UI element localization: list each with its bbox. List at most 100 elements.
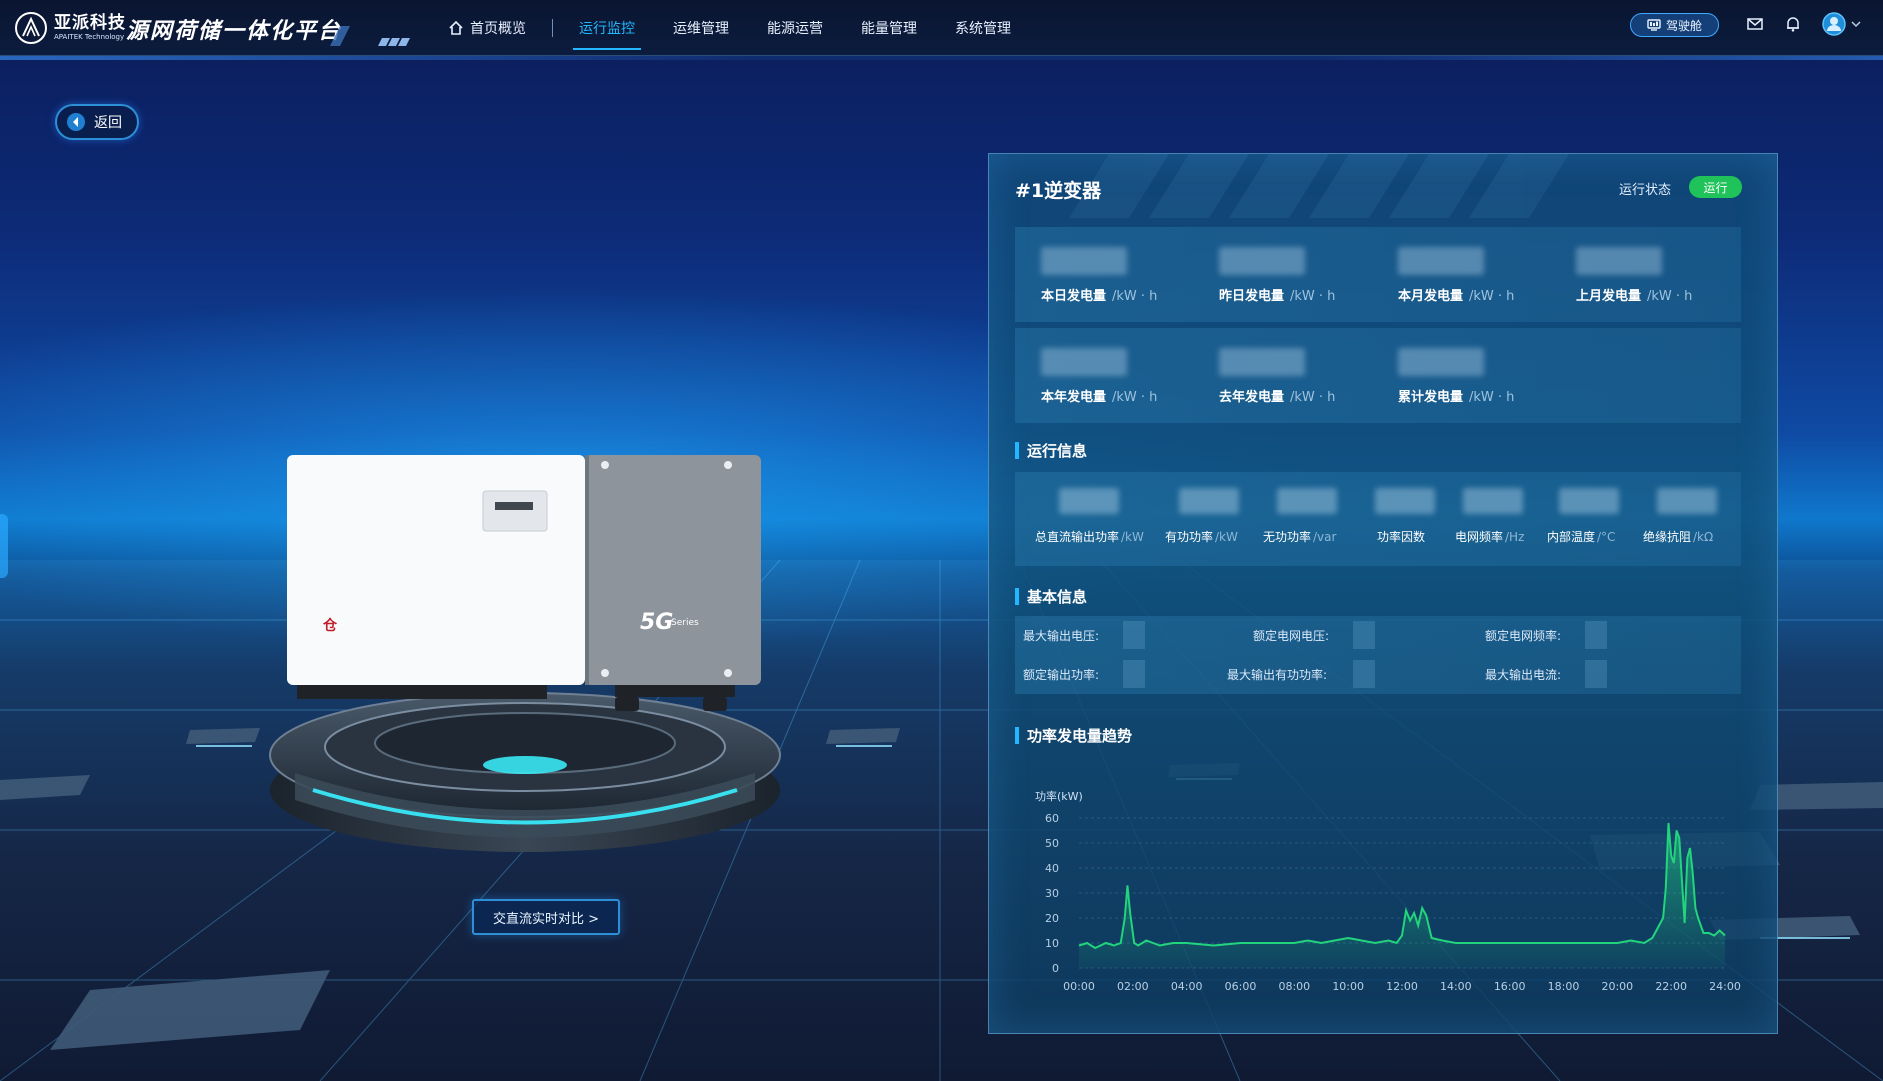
- basic-info-label: 额定电网电压:: [1253, 629, 1330, 643]
- nav-energy-management[interactable]: 能量管理: [861, 0, 917, 56]
- basic-info-table: 最大输出电压: 额定电网电压: 额定电网频率: 额定输出功率: 最大输出有功功率…: [1015, 616, 1741, 694]
- title-decoration: [330, 26, 410, 46]
- basic-info-value: [1353, 621, 1375, 649]
- top-header: 亚派科技 APAITEK Technology 源网荷储一体化平台 首页概览 运…: [0, 0, 1883, 60]
- y-axis-label: 功率(kW): [1035, 789, 1083, 803]
- cockpit-label: 驾驶舱: [1665, 18, 1702, 33]
- nav-home[interactable]: 首页概览: [448, 0, 526, 56]
- main-nav: 首页概览 运行监控 运维管理 能源运营 能量管理 系统管理: [448, 0, 1049, 56]
- x-tick-label: 10:00: [1332, 980, 1364, 993]
- y-tick-label: 30: [1045, 887, 1059, 900]
- panel-title: #1逆变器: [1015, 180, 1102, 202]
- inverter-detail-panel: #1逆变器 运行状态 运行 本日发电量/kW · h 昨日发电量/kW · h …: [988, 153, 1778, 1034]
- x-tick-label: 04:00: [1171, 980, 1203, 993]
- x-tick-label: 02:00: [1117, 980, 1149, 993]
- run-info-active-power: 有功功率/kW: [1165, 472, 1261, 566]
- energy-stats-row-1: 本日发电量/kW · h 昨日发电量/kW · h 本月发电量/kW · h 上…: [1015, 227, 1741, 322]
- basic-info-value: [1353, 660, 1375, 688]
- y-tick-label: 40: [1045, 862, 1059, 875]
- section-title-basic-info: 基本信息: [1015, 586, 1087, 607]
- user-avatar-icon[interactable]: [1822, 12, 1846, 36]
- x-tick-label: 20:00: [1601, 980, 1633, 993]
- home-icon: [449, 20, 463, 35]
- energy-value-blurred: [1398, 247, 1484, 275]
- y-tick-label: 10: [1045, 937, 1059, 950]
- energy-stat-today: 本日发电量/kW · h: [1015, 227, 1195, 322]
- basic-info-label: 最大输出有功功率:: [1227, 668, 1328, 682]
- energy-value-blurred: [1041, 348, 1127, 376]
- nav-energy-operation[interactable]: 能源运营: [767, 0, 823, 56]
- section-title-run-info: 运行信息: [1015, 440, 1087, 461]
- run-info-row: 总直流输出功率/kW 有功功率/kW 无功功率/var 功率因数 电网频率/Hz…: [1015, 472, 1741, 566]
- mail-icon[interactable]: [1746, 15, 1764, 33]
- cockpit-button[interactable]: 驾驶舱: [1630, 13, 1719, 37]
- energy-stat-last-month: 上月发电量/kW · h: [1550, 227, 1730, 322]
- nav-home-label: 首页概览: [470, 21, 526, 37]
- chevron-down-icon[interactable]: [1851, 20, 1861, 28]
- nav-run-monitor[interactable]: 运行监控: [573, 0, 641, 56]
- brand-logo[interactable]: 亚派科技 APAITEK Technology: [14, 10, 126, 46]
- energy-stat-year: 本年发电量/kW · h: [1015, 328, 1195, 423]
- run-info-grid-frequency: 电网频率/Hz: [1453, 472, 1543, 566]
- x-tick-label: 24:00: [1709, 980, 1741, 993]
- basic-info-label: 最大输出电流:: [1485, 668, 1562, 682]
- back-button[interactable]: 返回: [55, 104, 139, 140]
- energy-value-blurred: [1219, 348, 1305, 376]
- run-info-insulation-resistance: 绝缘抗阻/kΩ: [1641, 472, 1741, 566]
- energy-value-blurred: [1398, 348, 1484, 376]
- basic-info-value: [1585, 621, 1607, 649]
- monitor-icon: [1647, 19, 1661, 31]
- energy-stat-last-year: 去年发电量/kW · h: [1193, 328, 1373, 423]
- energy-stat-yesterday: 昨日发电量/kW · h: [1193, 227, 1373, 322]
- run-info-internal-temp: 内部温度/°C: [1547, 472, 1637, 566]
- inverter-illustration: 仓 5G Series: [269, 455, 781, 852]
- x-tick-label: 00:00: [1063, 980, 1095, 993]
- device-series-sub: Series: [671, 618, 699, 628]
- x-tick-label: 08:00: [1278, 980, 1310, 993]
- brand-name-en: APAITEK Technology: [54, 33, 125, 41]
- x-tick-label: 12:00: [1386, 980, 1418, 993]
- basic-info-value: [1585, 660, 1607, 688]
- run-info-power-factor: 功率因数: [1365, 472, 1445, 566]
- energy-value-blurred: [1576, 247, 1662, 275]
- y-tick-label: 0: [1052, 962, 1059, 975]
- device-series-badge: 5G: [640, 610, 673, 635]
- platform-title: 源网荷储一体化平台: [126, 19, 343, 44]
- energy-stat-total: 累计发电量/kW · h: [1372, 328, 1552, 423]
- run-info-dc-power: 总直流输出功率/kW: [1015, 472, 1155, 566]
- section-title-power-trend: 功率发电量趋势: [1015, 725, 1132, 746]
- series-area: [1079, 823, 1725, 968]
- energy-value-blurred: [1041, 247, 1127, 275]
- side-drawer-handle[interactable]: [0, 514, 8, 578]
- basic-info-value: [1123, 621, 1145, 649]
- run-info-reactive-power: 无功功率/var: [1263, 472, 1359, 566]
- x-tick-label: 16:00: [1494, 980, 1526, 993]
- power-trend-chart: 功率(kW) 0 10 20 30 40 50 60 00:00 02:00 04:00 06:00 0…: [1035, 789, 1741, 993]
- brand-name: 亚派科技: [54, 13, 126, 33]
- energy-value-blurred: [1219, 247, 1305, 275]
- energy-stats-row-2: 本年发电量/kW · h 去年发电量/kW · h 累计发电量/kW · h: [1015, 328, 1741, 423]
- nav-system-management[interactable]: 系统管理: [955, 0, 1011, 56]
- x-tick-label: 22:00: [1655, 980, 1687, 993]
- basic-info-value: [1123, 660, 1145, 688]
- ac-dc-compare-button[interactable]: 交直流实时对比 >: [472, 899, 620, 935]
- brand-mark-icon: [15, 12, 47, 44]
- energy-stat-month: 本月发电量/kW · h: [1372, 227, 1552, 322]
- x-tick-label: 18:00: [1548, 980, 1580, 993]
- back-label: 返回: [94, 115, 122, 131]
- run-status-label: 运行状态: [1619, 183, 1672, 198]
- y-tick-label: 60: [1045, 812, 1059, 825]
- basic-info-label: 额定电网频率:: [1485, 629, 1562, 643]
- x-tick-label: 14:00: [1440, 980, 1472, 993]
- x-tick-label: 06:00: [1225, 980, 1257, 993]
- y-tick-label: 50: [1045, 837, 1059, 850]
- basic-info-label: 额定输出功率:: [1023, 668, 1100, 682]
- nav-divider: [552, 19, 553, 37]
- y-tick-label: 20: [1045, 912, 1059, 925]
- svg-text:仓: 仓: [322, 617, 338, 634]
- bell-icon[interactable]: [1784, 15, 1802, 33]
- series-line: [1078, 822, 1726, 950]
- nav-maintenance[interactable]: 运维管理: [673, 0, 729, 56]
- back-arrow-icon: [67, 113, 85, 131]
- basic-info-label: 最大输出电压:: [1023, 629, 1100, 643]
